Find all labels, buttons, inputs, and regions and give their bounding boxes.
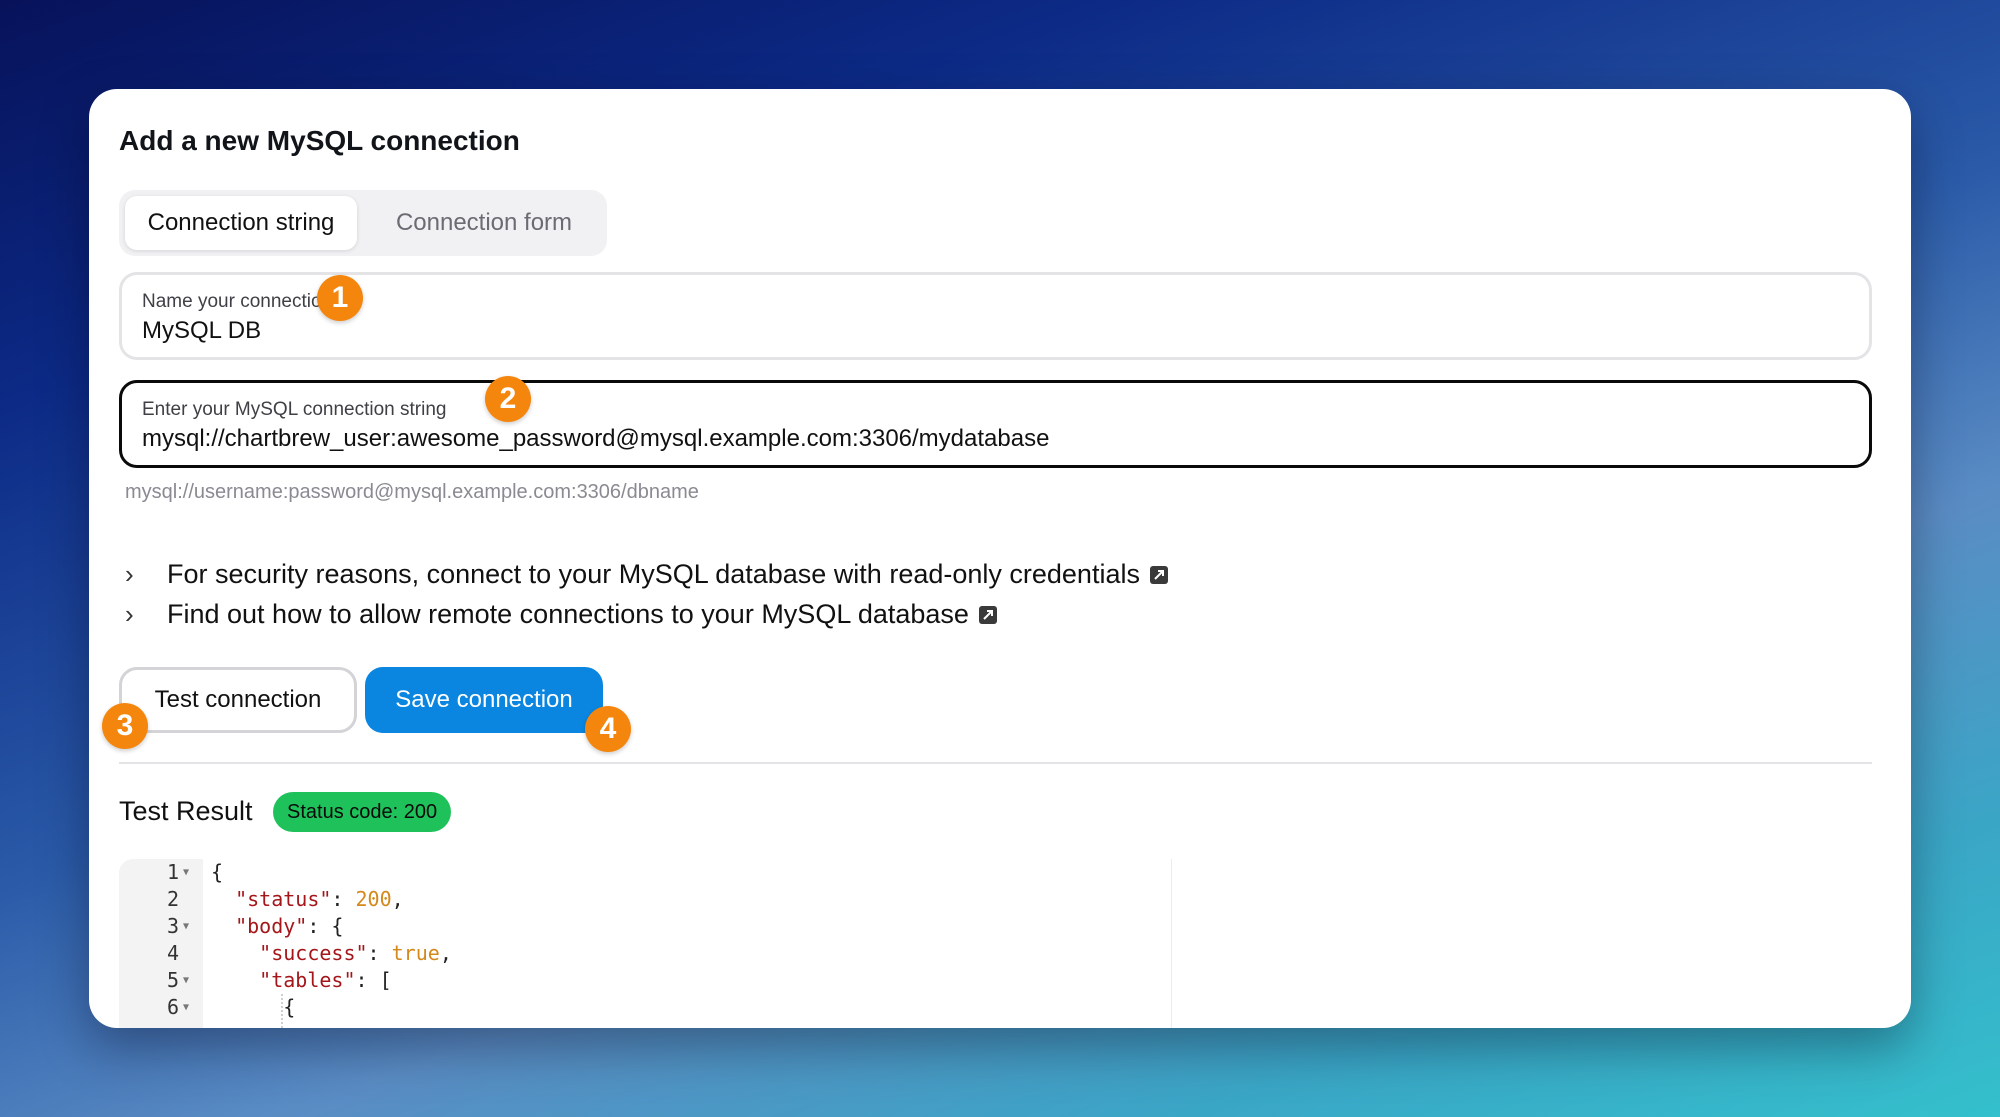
connection-string-input[interactable] xyxy=(142,425,1842,453)
connection-name-input[interactable] xyxy=(142,317,1842,345)
connection-dialog: Add a new MySQL connection Connection st… xyxy=(89,89,1911,1028)
line-number: 1 xyxy=(166,860,179,884)
dialog-title: Add a new MySQL connection xyxy=(119,125,520,156)
test-result-title: Test Result xyxy=(119,796,253,826)
fold-arrow-icon[interactable]: ▼ xyxy=(183,859,189,886)
fold-arrow-icon[interactable]: ▼ xyxy=(183,913,189,940)
tab-connection-form[interactable]: Connection form xyxy=(369,196,599,250)
section-divider xyxy=(119,762,1872,764)
code-text: "body": { xyxy=(235,914,344,938)
step-badge-4: 4 xyxy=(585,706,631,752)
code-text: { xyxy=(211,860,224,884)
connection-string-hint: mysql://username:password@mysql.example.… xyxy=(125,481,699,503)
code-text: { xyxy=(211,995,296,1019)
external-link-icon xyxy=(1149,565,1168,584)
remote-connections-text: Find out how to allow remote connections… xyxy=(167,599,969,629)
security-info-text: For security reasons, connect to your My… xyxy=(167,559,1140,589)
security-info-link[interactable]: › For security reasons, connect to your … xyxy=(125,559,1168,590)
chevron-right-icon: › xyxy=(125,559,134,589)
line-number: 5 xyxy=(166,968,179,992)
connection-string-label: Enter your MySQL connection string xyxy=(142,399,447,420)
code-line: 3 ▼ "body": { xyxy=(119,913,1159,940)
code-line: 5 ▼ "tables": [ xyxy=(119,967,1159,994)
tab-connection-string[interactable]: Connection string xyxy=(125,196,357,250)
editor-split-divider xyxy=(1171,859,1172,1028)
step-badge-2: 2 xyxy=(485,376,531,422)
chevron-right-icon: › xyxy=(125,599,134,629)
line-number: 6 xyxy=(166,995,179,1019)
code-text: "tables": [ xyxy=(259,968,392,992)
test-connection-button[interactable]: Test connection xyxy=(119,667,357,733)
json-result-editor[interactable]: 1 ▼{2 "status": 200, 3 ▼ "body": {4 "succes… xyxy=(119,859,1169,1028)
code-line: 6 ▼ { xyxy=(119,994,1159,1021)
connection-name-field[interactable]: Name your connection xyxy=(119,272,1872,360)
line-number: 3 xyxy=(166,914,179,938)
connection-name-label: Name your connection xyxy=(142,291,333,312)
fold-arrow-icon[interactable]: ▼ xyxy=(183,994,189,1021)
status-badge: Status code: 200 xyxy=(273,792,452,832)
external-link-icon xyxy=(978,605,997,624)
remote-connections-link[interactable]: › Find out how to allow remote connectio… xyxy=(125,599,997,630)
code-line: 2 "status": 200, xyxy=(119,886,1159,913)
line-number: 4 xyxy=(166,941,179,965)
line-number: 2 xyxy=(166,887,179,911)
connection-string-field[interactable]: Enter your MySQL connection string xyxy=(119,380,1872,468)
code-line: 4 "success": true, xyxy=(119,940,1159,967)
code-line: 1 ▼ { xyxy=(119,859,1159,886)
code-text: "success": true, xyxy=(259,941,452,965)
code-text: "status": 200, xyxy=(235,887,404,911)
step-badge-3: 3 xyxy=(102,703,148,749)
fold-arrow-icon[interactable]: ▼ xyxy=(183,967,189,994)
step-badge-1: 1 xyxy=(317,275,363,321)
connection-mode-tabs: Connection string Connection form xyxy=(119,190,607,256)
save-connection-button[interactable]: Save connection xyxy=(365,667,603,733)
